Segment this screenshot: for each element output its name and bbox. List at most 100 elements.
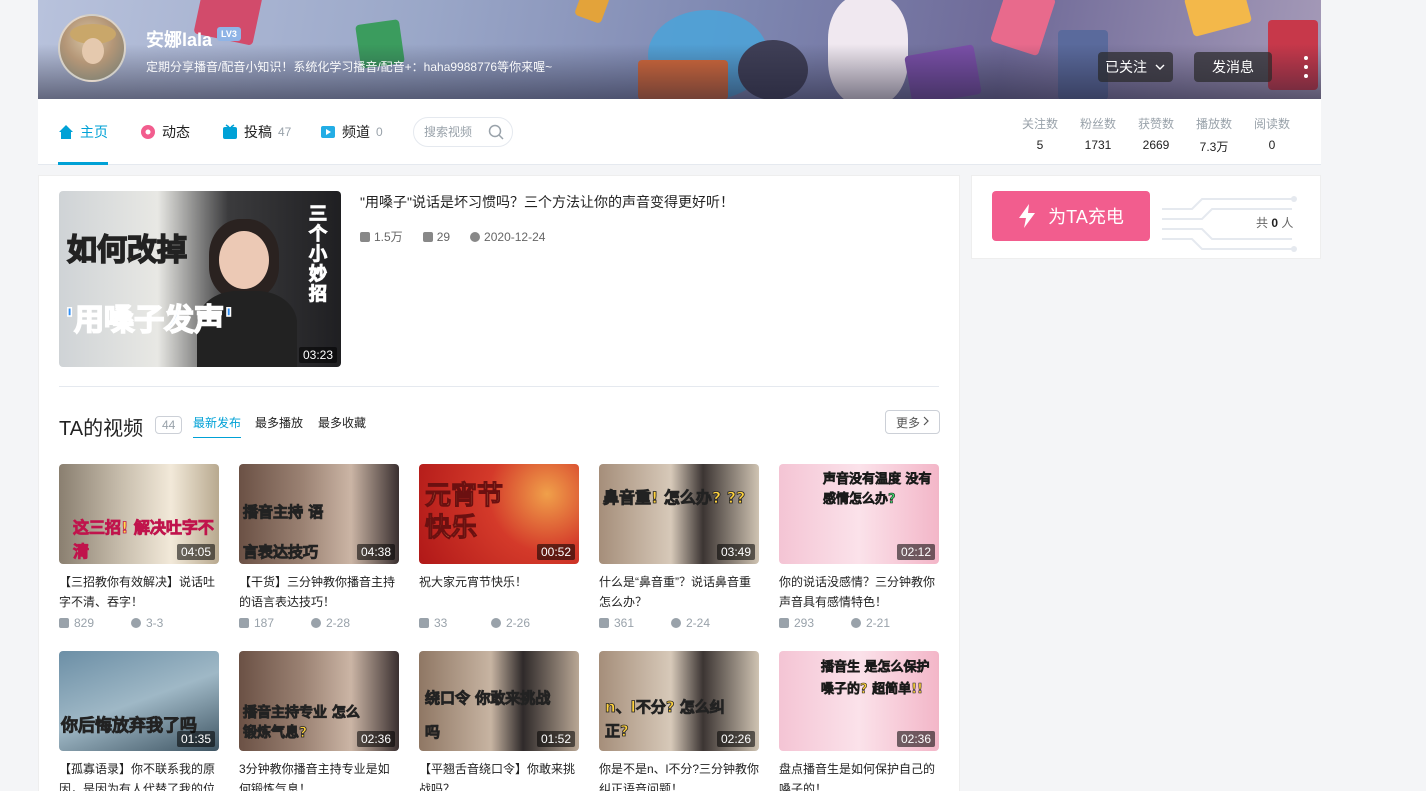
video-title[interactable]: 盘点播音生是如何保护自己的嗓子的！: [779, 759, 939, 791]
stat-label: 播放数: [1195, 117, 1232, 131]
duration-badge: 02:36: [356, 731, 395, 747]
duration-badge: 00:52: [536, 544, 575, 560]
video-thumbnail[interactable]: n、l不分? 怎么纠正? 02:26: [599, 651, 759, 751]
more-videos-button[interactable]: 更多: [885, 410, 940, 434]
video-title[interactable]: 你的说话没感情？三分钟教你声音具有感情特色！: [779, 572, 939, 612]
profile-nav: 主页 动态 投稿 47 频道 0 关注数 5 粉丝数 1731 获赞数 2669: [38, 99, 1321, 165]
video-card[interactable]: 鼻音重! 怎么办? ?? 03:49 什么是“鼻音重”？说话鼻音重怎么办？ 36…: [599, 464, 759, 630]
chevron-down-icon: [1155, 61, 1165, 73]
video-title[interactable]: 【干货】三分钟教你播音主持的语言表达技巧！: [239, 572, 399, 612]
tab-dynamic-label: 动态: [162, 124, 190, 140]
video-title[interactable]: 什么是“鼻音重”？说话鼻音重怎么办？: [599, 572, 759, 612]
more-options-icon[interactable]: [1300, 56, 1312, 78]
main-content: 如何改掉 '用嗓子发声' 三个小妙招 03:23 "用嗓子"说话是坏习惯吗？三个…: [38, 175, 960, 791]
tab-dynamic[interactable]: 动态: [140, 99, 190, 165]
thumb-overlay: n、l不分? 怎么纠正?: [605, 698, 726, 741]
duration-badge: 01:52: [536, 731, 575, 747]
tab-home[interactable]: 主页: [58, 99, 108, 165]
circuit-decoration: [1162, 196, 1297, 252]
home-icon: [58, 124, 74, 140]
video-thumbnail[interactable]: 声音没有温度 没有感情怎么办? 02:12: [779, 464, 939, 564]
video-thumbnail[interactable]: 这三招! 解决吐字不清 04:05: [59, 464, 219, 564]
video-thumbnail[interactable]: 鼻音重! 怎么办? ?? 03:49: [599, 464, 759, 564]
sort-most-favorited[interactable]: 最多收藏: [318, 414, 366, 431]
stat-label: 关注数: [1021, 117, 1058, 131]
video-card[interactable]: 元宵节 快乐 00:52 祝大家元宵节快乐！ 33 2-26: [419, 464, 579, 630]
follow-button[interactable]: 已关注: [1098, 52, 1173, 82]
lightning-icon: [1018, 204, 1036, 228]
thumb-overlay: 元宵节 快乐: [425, 481, 504, 544]
duration-badge: 02:36: [896, 731, 935, 747]
video-thumbnail[interactable]: 元宵节 快乐 00:52: [419, 464, 579, 564]
user-sign: 定期分享播音/配音小知识！系统化学习播音/配音+：haha9988776等你来喔…: [146, 60, 553, 74]
clock-icon: [311, 618, 321, 628]
video-thumbnail[interactable]: 绕口令 你敢来挑战吗 01:52: [419, 651, 579, 751]
video-title[interactable]: 【平翘舌音绕口令】你敢来挑战吗？: [419, 759, 579, 791]
tab-channels-label: 频道: [342, 124, 370, 140]
clock-icon: [470, 231, 481, 242]
featured-overlay-side: 三个小妙招: [309, 204, 328, 305]
search-icon[interactable]: [488, 124, 504, 140]
video-title[interactable]: 3分钟教你播音主持专业是如何锻炼气息！: [239, 759, 399, 791]
stat-following[interactable]: 关注数 5: [1011, 115, 1069, 152]
video-date: 2-21: [866, 616, 891, 630]
tab-channels-count: 0: [376, 125, 383, 139]
video-card[interactable]: 播音生 是怎么保护嗓子的? 超简单!! 02:36 盘点播音生是如何保护自己的嗓…: [779, 651, 939, 791]
video-plays: 361: [614, 616, 635, 630]
stat-value: 5: [1036, 138, 1044, 152]
featured-date: 2020-12-24: [470, 228, 545, 245]
tab-channels[interactable]: 频道 0: [320, 99, 383, 165]
charge-count: 共 0 人: [1256, 214, 1293, 231]
video-title[interactable]: 【三招教你有效解决】说话吐字不清、吞字！: [59, 572, 219, 612]
video-title[interactable]: 你是不是n、l不分?三分钟教你纠正语音问题！: [599, 759, 759, 791]
featured-plays-value: 1.5万: [374, 230, 403, 244]
video-thumbnail[interactable]: 播音主持 语言表达技巧 04:38: [239, 464, 399, 564]
charge-label: 为TA充电: [1048, 207, 1124, 227]
stat-fans[interactable]: 粉丝数 1731: [1069, 115, 1127, 152]
section-count: 44: [155, 416, 183, 434]
video-date: 2-24: [686, 616, 711, 630]
play-icon: [419, 618, 429, 628]
video-plays: 187: [254, 616, 275, 630]
video-thumbnail[interactable]: 播音生 是怎么保护嗓子的? 超简单!! 02:36: [779, 651, 939, 751]
video-thumbnail[interactable]: 你后悔放弃我了吗 01:35: [59, 651, 219, 751]
stat-plays: 播放数 7.3万: [1185, 115, 1243, 155]
video-card[interactable]: 你后悔放弃我了吗 01:35 【孤寡语录】你不联系我的原因，是因为有人代替了我的…: [59, 651, 219, 791]
sort-latest[interactable]: 最新发布: [193, 414, 242, 438]
featured-title[interactable]: "用嗓子"说话是坏习惯吗？三个方法让你的声音变得更好听！: [360, 192, 734, 212]
tab-uploads[interactable]: 投稿 47: [222, 99, 291, 165]
video-card[interactable]: 播音主持专业 怎么锻炼气息? 02:36 3分钟教你播音主持专业是如何锻炼气息！: [239, 651, 399, 791]
featured-overlay-line2: '用嗓子发声': [64, 302, 234, 339]
play-icon: [59, 618, 69, 628]
video-card[interactable]: 播音主持 语言表达技巧 04:38 【干货】三分钟教你播音主持的语言表达技巧！ …: [239, 464, 399, 630]
duration-badge: 01:35: [176, 731, 215, 747]
username: 安娜lala: [146, 30, 213, 50]
video-card[interactable]: n、l不分? 怎么纠正? 02:26 你是不是n、l不分?三分钟教你纠正语音问题…: [599, 651, 759, 791]
video-card[interactable]: 这三招! 解决吐字不清 04:05 【三招教你有效解决】说话吐字不清、吞字！ 8…: [59, 464, 219, 630]
sort-most-played[interactable]: 最多播放: [255, 414, 303, 431]
search-input[interactable]: [424, 125, 488, 139]
message-button[interactable]: 发消息: [1194, 52, 1272, 82]
video-plays: 829: [74, 616, 95, 630]
charge-suffix: 人: [1281, 216, 1294, 230]
video-search[interactable]: [413, 117, 513, 147]
video-title[interactable]: 祝大家元宵节快乐！: [419, 572, 579, 612]
featured-plays: 1.5万: [360, 228, 403, 245]
clock-icon: [491, 618, 501, 628]
video-title[interactable]: 【孤寡语录】你不联系我的原因，是因为有人代替了我的位: [59, 759, 219, 791]
thumb-overlay: 播音主持 语言表达技巧: [243, 503, 324, 562]
duration-badge: 04:38: [356, 544, 395, 560]
featured-video-thumbnail[interactable]: 如何改掉 '用嗓子发声' 三个小妙招 03:23: [59, 191, 341, 367]
featured-comments-value: 29: [436, 229, 451, 244]
section-title: TA的视频: [59, 418, 144, 440]
featured-comments: 29: [422, 228, 451, 245]
charge-button[interactable]: 为TA充电: [992, 191, 1150, 241]
thumb-overlay: 播音主持专业 怎么锻炼气息?: [243, 705, 361, 742]
video-thumbnail[interactable]: 播音主持专业 怎么锻炼气息? 02:36: [239, 651, 399, 751]
video-card[interactable]: 声音没有温度 没有感情怎么办? 02:12 你的说话没感情？三分钟教你声音具有感…: [779, 464, 939, 630]
chevron-right-icon: [923, 415, 929, 429]
video-date: 2-26: [506, 616, 531, 630]
avatar[interactable]: [58, 14, 126, 82]
flower-icon: [140, 124, 156, 140]
video-card[interactable]: 绕口令 你敢来挑战吗 01:52 【平翘舌音绕口令】你敢来挑战吗？: [419, 651, 579, 791]
